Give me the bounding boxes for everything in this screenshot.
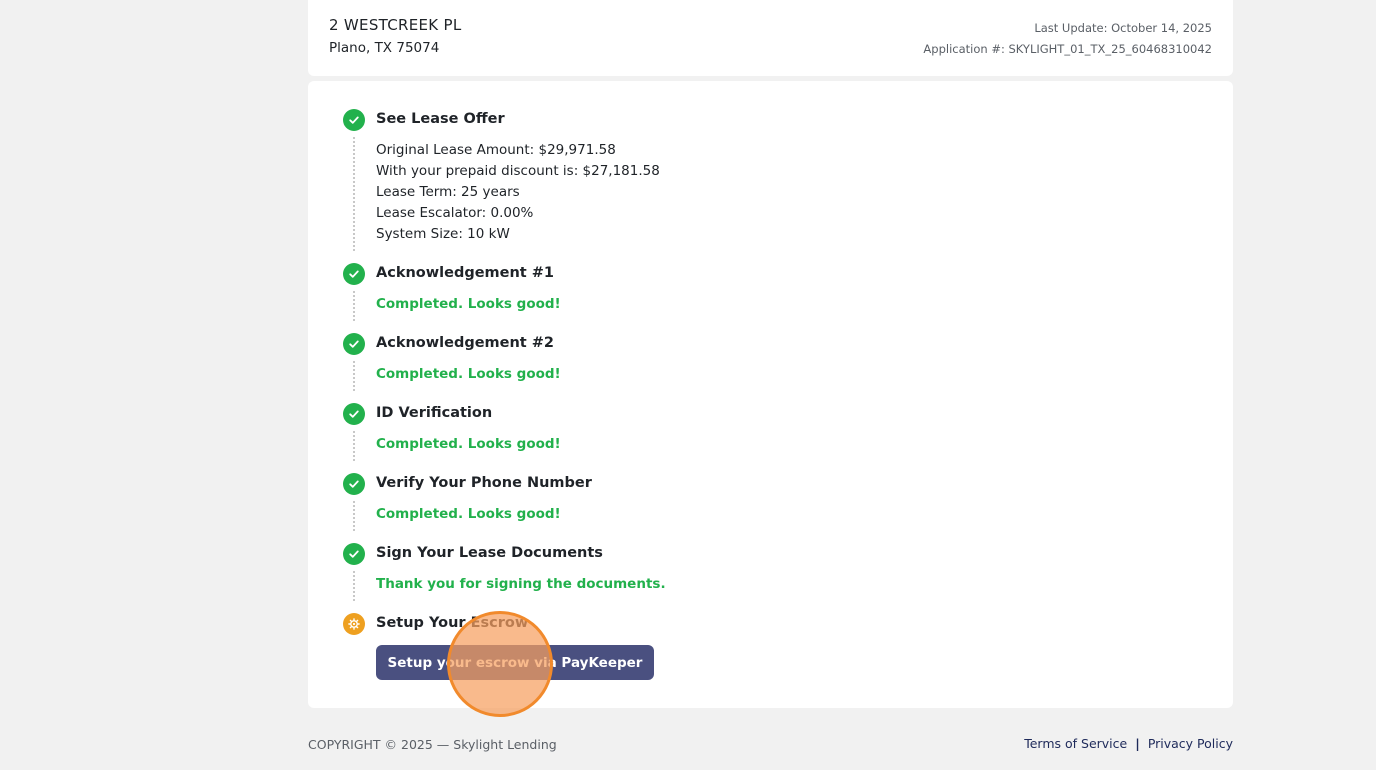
step-title-verify-phone: Verify Your Phone Number [376, 475, 592, 491]
address-line-2: Plano, TX 75074 [329, 40, 440, 56]
check-icon [343, 403, 365, 425]
lease-escalator: Lease Escalator: 0.00% [376, 205, 534, 221]
privacy-policy-link[interactable]: Privacy Policy [1148, 736, 1233, 751]
original-lease-amount: Original Lease Amount: $29,971.58 [376, 142, 616, 158]
check-icon [343, 473, 365, 495]
step-title-sign-documents: Sign Your Lease Documents [376, 545, 603, 561]
address-line-1: 2 WESTCREEK PL [329, 16, 462, 34]
step-title-setup-escrow: Setup Your Escrow [376, 615, 529, 631]
copyright-text: COPYRIGHT © 2025 — Skylight Lending [308, 737, 557, 752]
footer-separator: | [1135, 736, 1140, 751]
property-header: 2 WESTCREEK PL Plano, TX 75074 Last Upda… [308, 0, 1233, 76]
step-status-message: Thank you for signing the documents. [376, 576, 666, 592]
setup-escrow-button[interactable]: Setup your escrow via PayKeeper [376, 645, 654, 680]
check-icon [343, 109, 365, 131]
step-status-message: Completed. Looks good! [376, 296, 561, 312]
application-number: Application #: SKYLIGHT_01_TX_25_6046831… [923, 42, 1212, 56]
gear-icon [343, 613, 365, 635]
application-steps: See Lease Offer Original Lease Amount: $… [308, 81, 1233, 717]
step-title-acknowledgement-2: Acknowledgement #2 [376, 335, 555, 351]
lease-term: Lease Term: 25 years [376, 184, 520, 200]
check-icon [343, 263, 365, 285]
footer-links: Terms of Service | Privacy Policy [1024, 736, 1233, 751]
last-update: Last Update: October 14, 2025 [1034, 21, 1212, 35]
step-status-message: Completed. Looks good! [376, 506, 561, 522]
step-rail [353, 501, 355, 531]
prepaid-discount-amount: With your prepaid discount is: $27,181.5… [376, 163, 660, 179]
step-rail [353, 291, 355, 321]
step-status-message: Completed. Looks good! [376, 366, 561, 382]
system-size: System Size: 10 kW [376, 226, 510, 242]
step-rail [353, 137, 355, 251]
step-title-acknowledgement-1: Acknowledgement #1 [376, 265, 555, 281]
step-rail [353, 361, 355, 391]
step-status-message: Completed. Looks good! [376, 436, 561, 452]
step-title-lease-offer: See Lease Offer [376, 111, 505, 127]
check-icon [343, 333, 365, 355]
terms-of-service-link[interactable]: Terms of Service [1024, 736, 1127, 751]
step-rail [353, 431, 355, 461]
step-rail [353, 571, 355, 601]
check-icon [343, 543, 365, 565]
step-title-id-verification: ID Verification [376, 405, 493, 421]
